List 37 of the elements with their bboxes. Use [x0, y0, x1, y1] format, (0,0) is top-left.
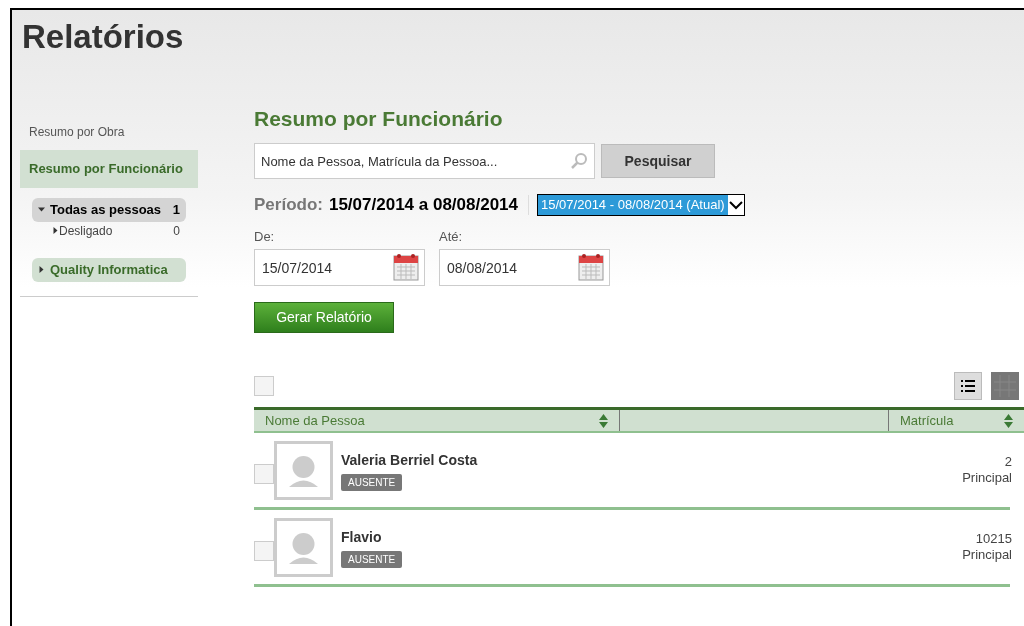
column-header[interactable]: Nome da Pessoa [254, 410, 620, 431]
search-icon [570, 152, 588, 170]
table-cell: 10215 [975, 531, 1012, 547]
checkbox[interactable] [254, 376, 274, 396]
calendar-icon [393, 253, 419, 281]
avatar-placeholder-icon [274, 440, 333, 500]
chevron-down-icon [727, 199, 744, 211]
checkbox[interactable] [254, 464, 274, 484]
sidebar-group[interactable]: Quality Informatica [32, 257, 186, 282]
period-value: 15/07/2014 a 08/08/2014 [328, 194, 519, 217]
table-cell: Principal [962, 547, 1012, 563]
person-name[interactable]: Flavio [341, 526, 963, 548]
sidebar-group[interactable]: Todas as pessoas 1 [32, 197, 186, 222]
generate-report-button[interactable]: Gerar Relatório [254, 302, 394, 333]
sidebar-subitem[interactable]: Desligado 0 [32, 221, 186, 240]
field-label: Até: [439, 228, 464, 246]
sidebar-item[interactable]: Resumo por Funcionário [20, 150, 198, 188]
table-cell: Principal [962, 470, 1012, 486]
calendar-icon [578, 253, 604, 281]
field-label: De: [254, 228, 276, 246]
table-cell: 2 [1004, 454, 1012, 470]
section-heading: Resumo por Funcionário [254, 106, 504, 132]
search-button[interactable]: Pesquisar [601, 144, 715, 178]
status-badge: AUSENTE [341, 473, 403, 491]
sidebar-item[interactable]: Resumo por Obra [20, 114, 198, 150]
list-view-icon[interactable] [954, 372, 982, 400]
period-label: Período: [254, 194, 323, 217]
page-title: Relatórios [21, 17, 185, 57]
person-name[interactable]: Valeria Berriel Costa [341, 449, 963, 471]
checkbox[interactable] [254, 541, 274, 561]
grid-view-icon[interactable] [991, 372, 1019, 400]
sort-icon [599, 413, 608, 428]
column-header[interactable]: Matrícula [889, 410, 1024, 431]
status-badge: AUSENTE [341, 550, 403, 568]
sort-icon [1004, 413, 1013, 428]
avatar-placeholder-icon [274, 517, 333, 577]
search-field[interactable]: Nome da Pessoa, Matrícula da Pessoa... [254, 143, 595, 179]
